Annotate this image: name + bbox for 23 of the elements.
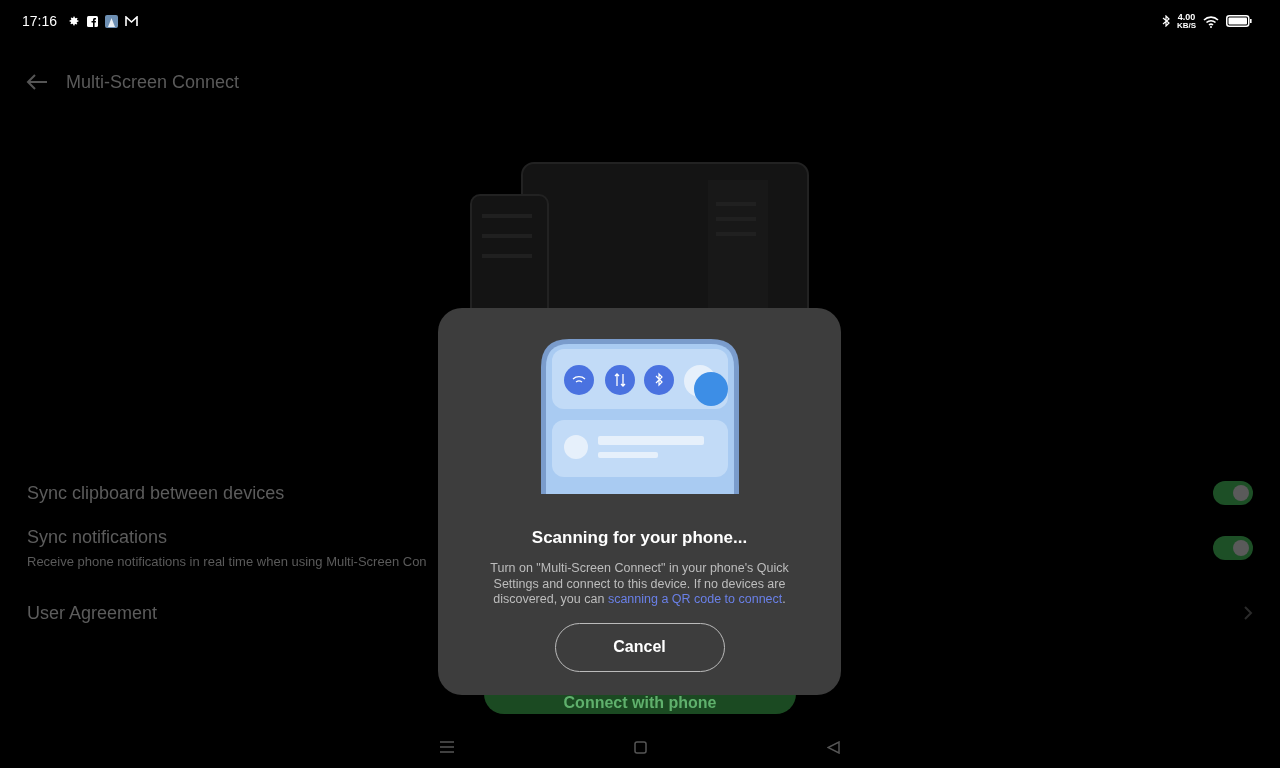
menu-icon[interactable] [440, 741, 454, 753]
dialog-message: Turn on "Multi-Screen Connect" in your phone's Quick Settings and connect to this device. If no devices are discovered, you can scanning a QR code to connect. [489, 561, 790, 608]
speed-unit: KB/S [1176, 21, 1196, 30]
setting-description: Receive phone notifications in real time when using Multi-Screen Con [27, 554, 427, 569]
toggle-switch[interactable] [1213, 481, 1253, 505]
setting-label: Sync clipboard between devices [27, 482, 285, 504]
home-square-icon[interactable] [634, 741, 647, 754]
setting-label: User Agreement [27, 602, 158, 624]
back-arrow-icon[interactable] [26, 74, 48, 90]
gear-icon [68, 15, 81, 27]
speed-value: 4.00 [1177, 12, 1196, 22]
page-title: Multi-Screen Connect [66, 71, 240, 93]
clock: 17:16 [22, 13, 58, 29]
back-triangle-icon[interactable] [827, 741, 840, 754]
wifi-icon [1203, 14, 1219, 28]
mail-icon [125, 15, 139, 27]
f-app-icon [87, 15, 99, 27]
setting-label: Sync notifications [27, 527, 169, 548]
dialog-title: Scanning for your phone... [531, 528, 748, 548]
app-icon [105, 14, 119, 28]
toggle-switch[interactable] [1213, 536, 1253, 560]
bluetooth-icon [1161, 15, 1170, 27]
battery-icon [1226, 15, 1252, 27]
